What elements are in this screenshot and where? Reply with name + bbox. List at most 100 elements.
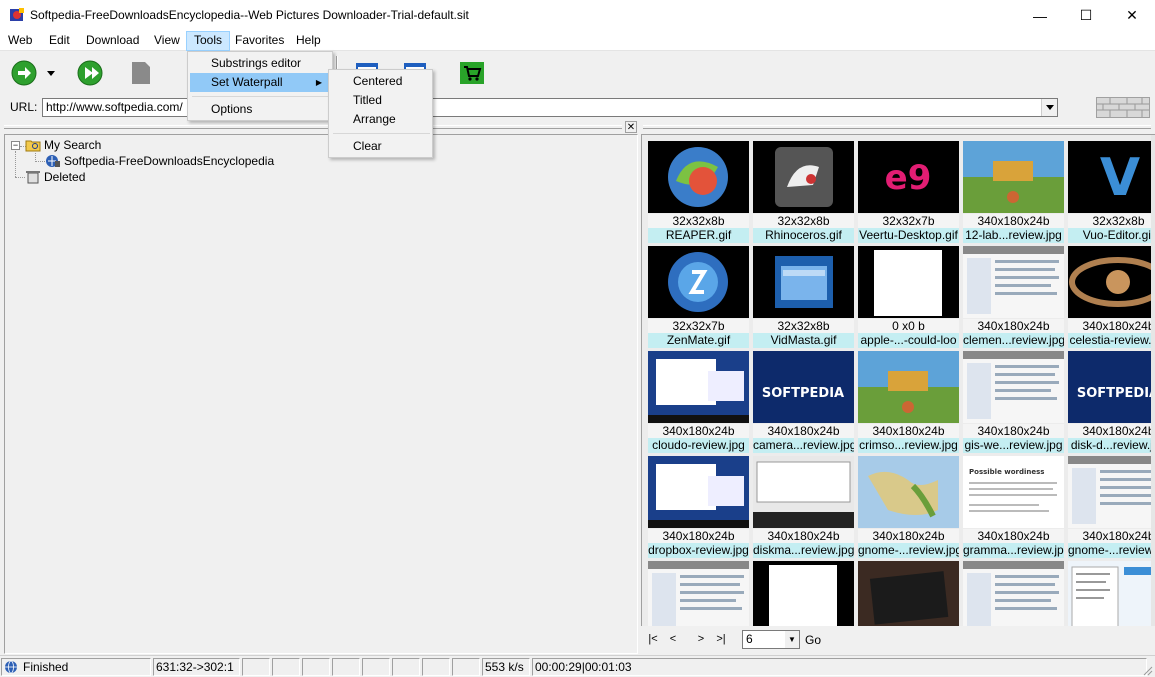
menu-item-substrings-editor[interactable]: Substrings editor	[190, 54, 330, 73]
thumbnail-dimensions: 0 x0 b	[858, 319, 959, 333]
thumbnail-item[interactable]: 340x180x24b clemen...review.jpg	[963, 246, 1064, 349]
continue-button[interactable]	[75, 58, 105, 88]
thumbnail-item[interactable]: 340x180x24bgnome-...review.jpg	[858, 456, 959, 559]
thumbnail-item[interactable]: 0 x0 b apple-...-could-loo	[858, 246, 959, 349]
menu-download[interactable]: Download	[79, 31, 146, 51]
dialog-screenshot	[753, 456, 854, 528]
url-dropdown-button[interactable]	[1041, 99, 1057, 116]
thumbnail-item[interactable]	[963, 561, 1064, 626]
page-number: 6	[746, 632, 753, 646]
veertu-icon: e9	[858, 141, 959, 213]
last-page-button[interactable]: >|	[713, 632, 729, 646]
thumbnail-filename: gnome-...review.jpg	[1068, 543, 1155, 558]
thumbnail-item[interactable]: Possible wordiness 340x180x24b gramma...re…	[963, 456, 1064, 559]
window-title: Softpedia-FreeDownloadsEncyclopedia--Web…	[30, 8, 469, 22]
submenu-item-clear[interactable]: Clear	[331, 137, 430, 156]
svg-text:Possible wordiness: Possible wordiness	[969, 468, 1044, 476]
thumbnail-filename: gnome-...review.jpg	[858, 543, 959, 558]
thumbnail-item[interactable]: 340x180x24b gis-we...review.jpg	[963, 351, 1064, 454]
app-screenshot	[963, 246, 1064, 318]
search-tree: − My Search Softpedia-FreeDownloadsEncyc…	[4, 134, 638, 654]
submenu-item-arrange[interactable]: Arrange	[331, 110, 430, 129]
menu-edit[interactable]: Edit	[42, 31, 77, 51]
menu-favorites[interactable]: Favorites	[228, 31, 291, 51]
menu-view[interactable]: View	[147, 31, 187, 51]
green-arrow-icon	[11, 60, 37, 86]
menu-item-set-waterpall[interactable]: Set Waterpall ▶	[190, 73, 330, 92]
tools-menu: Substrings editor Set Waterpall ▶ Option…	[187, 51, 333, 121]
start-button[interactable]	[9, 58, 39, 88]
first-page-button[interactable]: |<	[645, 632, 661, 646]
menu-screenshot	[1068, 561, 1155, 626]
submenu-item-centered[interactable]: Centered	[331, 72, 430, 91]
right-panel-grip[interactable]	[643, 125, 1151, 129]
close-panel-icon[interactable]: ✕	[625, 121, 637, 133]
thumbnail-filename: crimso...review.jpg	[858, 438, 959, 453]
thumbnail-item[interactable]	[858, 561, 959, 626]
thumbnail-item[interactable]: 340x180x24bgnome-...review.jpg	[1068, 456, 1155, 559]
menu-item-options[interactable]: Options	[190, 100, 330, 119]
thumbnail-item[interactable]: V 32x32x8b Vuo-Editor.gif	[1068, 141, 1155, 244]
thumbnail-item[interactable]: 340x180x24b crimso...review.jpg	[858, 351, 959, 454]
brick-wall-button[interactable]	[1096, 97, 1150, 118]
close-button[interactable]: ✕	[1109, 0, 1155, 31]
submenu-item-titled[interactable]: Titled	[331, 91, 430, 110]
tree-node-site[interactable]: Softpedia-FreeDownloadsEncyclopedia	[45, 153, 274, 169]
thumbnail-filename: cloudo-review.jpg	[648, 438, 749, 453]
thumbnail-item[interactable]	[648, 561, 749, 626]
thumbnail-dimensions: 340x180x24b	[963, 529, 1064, 543]
tree-label-deleted: Deleted	[44, 170, 86, 184]
status-text-cell: Finished	[1, 658, 151, 676]
stop-button[interactable]	[126, 58, 156, 88]
buy-button[interactable]	[457, 58, 487, 88]
thumbnail-item[interactable]	[753, 561, 854, 626]
prev-page-button[interactable]: <	[665, 632, 681, 646]
menu-tools[interactable]: Tools	[186, 31, 231, 51]
thumbnail-item[interactable]: 340x180x24b cloudo-review.jpg	[648, 351, 749, 454]
next-page-button[interactable]: >	[693, 632, 709, 646]
chevron-down-icon	[1045, 105, 1054, 110]
left-panel-grip[interactable]	[4, 125, 622, 129]
thumbnail-scrollbar[interactable]	[1151, 135, 1155, 626]
thumbnail-item[interactable]: 340x180x24bcelestia-review.jpg	[1068, 246, 1155, 349]
blank-image	[858, 246, 959, 318]
tree-label-my-search: My Search	[44, 138, 102, 152]
thumbnail-filename: Rhinoceros.gif	[753, 228, 854, 243]
thumbnail-dimensions: 340x180x24b	[963, 214, 1064, 228]
thumbnail-dimensions: 32x32x8b	[1068, 214, 1155, 228]
thumbnail-item[interactable]: 32x32x8b VidMasta.gif	[753, 246, 854, 349]
thumbnail-dimensions: 340x180x24b	[858, 529, 959, 543]
menu-web[interactable]: Web	[1, 31, 39, 51]
page-select[interactable]: 6 ▼	[742, 630, 800, 649]
start-dropdown[interactable]	[44, 58, 58, 88]
thumbnail-item[interactable]: e9 32x32x7b Veertu-Desktop.gif	[858, 141, 959, 244]
svg-text:SOFTPEDIA: SOFTPEDIA	[1077, 386, 1155, 401]
menu-help[interactable]: Help	[289, 31, 328, 51]
thumbnail-item[interactable]: 32x32x8b REAPER.gif	[648, 141, 749, 244]
tree-node-my-search[interactable]: My Search	[25, 137, 101, 153]
go-button[interactable]: Go	[805, 633, 821, 647]
thumbnail-item[interactable]: 340x180x24b dropbox-review.jpg	[648, 456, 749, 559]
thumbnail-item[interactable]: SOFTPEDIA 340x180x24bdisk-d...review.jpg	[1068, 351, 1155, 454]
thumbnail-item[interactable]: 340x180x24b 12-lab...review.jpg	[963, 141, 1064, 244]
page-icon	[132, 62, 150, 84]
game-screenshot	[963, 141, 1064, 213]
tree-label-site: Softpedia-FreeDownloadsEncyclopedia	[64, 154, 275, 168]
resize-grip-icon[interactable]	[1141, 664, 1153, 676]
thumbnail-filename: REAPER.gif	[648, 228, 749, 243]
thumbnail-item[interactable]: 32x32x7b ZenMate.gif	[648, 246, 749, 349]
thumbnail-filename: dropbox-review.jpg	[648, 543, 749, 558]
maximize-button[interactable]: ☐	[1063, 0, 1109, 31]
thumbnail-item[interactable]: 340x180x24b diskma...review.jpg	[753, 456, 854, 559]
thumbnail-filename: apple-...-could-loo	[858, 333, 959, 348]
thumbnail-item[interactable]	[1068, 561, 1155, 626]
device-photo	[858, 561, 959, 626]
app-screenshot	[963, 561, 1064, 626]
vidmasta-icon	[753, 246, 854, 318]
status-empty	[242, 658, 270, 676]
minimize-button[interactable]: —	[1017, 0, 1063, 31]
tree-collapse-icon[interactable]: −	[11, 141, 20, 150]
thumbnail-item[interactable]: 32x32x8b Rhinoceros.gif	[753, 141, 854, 244]
thumbnail-item[interactable]: SOFTPEDIA 340x180x24b camera...review.jpg	[753, 351, 854, 454]
tree-node-deleted[interactable]: Deleted	[25, 169, 85, 185]
